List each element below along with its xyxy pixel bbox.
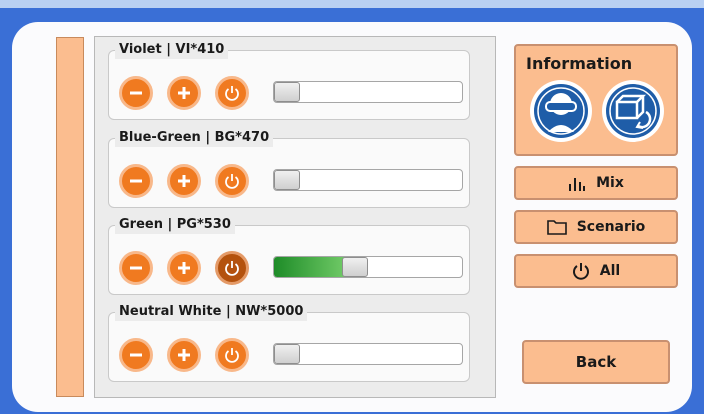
- minus-icon: [128, 173, 144, 189]
- power-icon: [224, 85, 240, 101]
- power-icon: [224, 260, 240, 276]
- decrease-button[interactable]: [119, 251, 153, 285]
- back-label: Back: [575, 353, 617, 371]
- scenario-button[interactable]: Scenario: [514, 210, 678, 244]
- channel-title: Green | PG*530: [115, 216, 235, 234]
- decrease-button[interactable]: [119, 76, 153, 110]
- minus-icon: [128, 260, 144, 276]
- intensity-slider[interactable]: [273, 169, 463, 191]
- top-bar: [0, 0, 704, 8]
- channel-title: Neutral White | NW*5000: [115, 303, 308, 321]
- increase-button[interactable]: [167, 164, 201, 198]
- decrease-button[interactable]: [119, 338, 153, 372]
- power-icon: [224, 173, 240, 189]
- intensity-slider[interactable]: [273, 343, 463, 365]
- channel-title: Blue-Green | BG*470: [115, 129, 274, 147]
- plus-icon: [176, 347, 192, 363]
- decrease-button[interactable]: [119, 164, 153, 198]
- power-icon: [224, 347, 240, 363]
- power-button[interactable]: [215, 76, 249, 110]
- intensity-slider[interactable]: [273, 256, 463, 278]
- power-button[interactable]: [215, 251, 249, 285]
- slider-handle[interactable]: [274, 82, 300, 102]
- device-rotate-icon[interactable]: [602, 80, 664, 142]
- increase-button[interactable]: [167, 338, 201, 372]
- plus-icon: [176, 260, 192, 276]
- goggles-safety-icon[interactable]: [530, 80, 592, 142]
- plus-icon: [176, 173, 192, 189]
- folder-icon: [546, 219, 567, 235]
- minus-icon: [128, 85, 144, 101]
- slider-handle[interactable]: [274, 344, 300, 364]
- power-button[interactable]: [215, 338, 249, 372]
- scenario-label: Scenario: [576, 219, 646, 235]
- power-button[interactable]: [215, 164, 249, 198]
- mix-label: Mix: [596, 175, 624, 191]
- mix-button[interactable]: Mix: [514, 166, 678, 200]
- equalizer-icon: [568, 175, 586, 191]
- slider-handle[interactable]: [342, 257, 368, 277]
- channel-group: Violet | VI*410: [108, 41, 470, 120]
- increase-button[interactable]: [167, 76, 201, 110]
- increase-button[interactable]: [167, 251, 201, 285]
- channel-group: Neutral White | NW*5000: [108, 303, 470, 382]
- channel-group: Blue-Green | BG*470: [108, 129, 470, 208]
- channel-group: Green | PG*530: [108, 216, 470, 295]
- channel-title: Violet | VI*410: [115, 41, 229, 59]
- back-button[interactable]: Back: [522, 340, 670, 384]
- intensity-slider[interactable]: [273, 81, 463, 103]
- power-icon: [572, 262, 590, 280]
- information-title: Information: [526, 54, 633, 73]
- side-strip: [56, 37, 84, 397]
- all-power-button[interactable]: All: [514, 254, 678, 288]
- plus-icon: [176, 85, 192, 101]
- information-box: Information: [514, 44, 678, 156]
- minus-icon: [128, 347, 144, 363]
- all-label: All: [599, 263, 621, 279]
- slider-handle[interactable]: [274, 170, 300, 190]
